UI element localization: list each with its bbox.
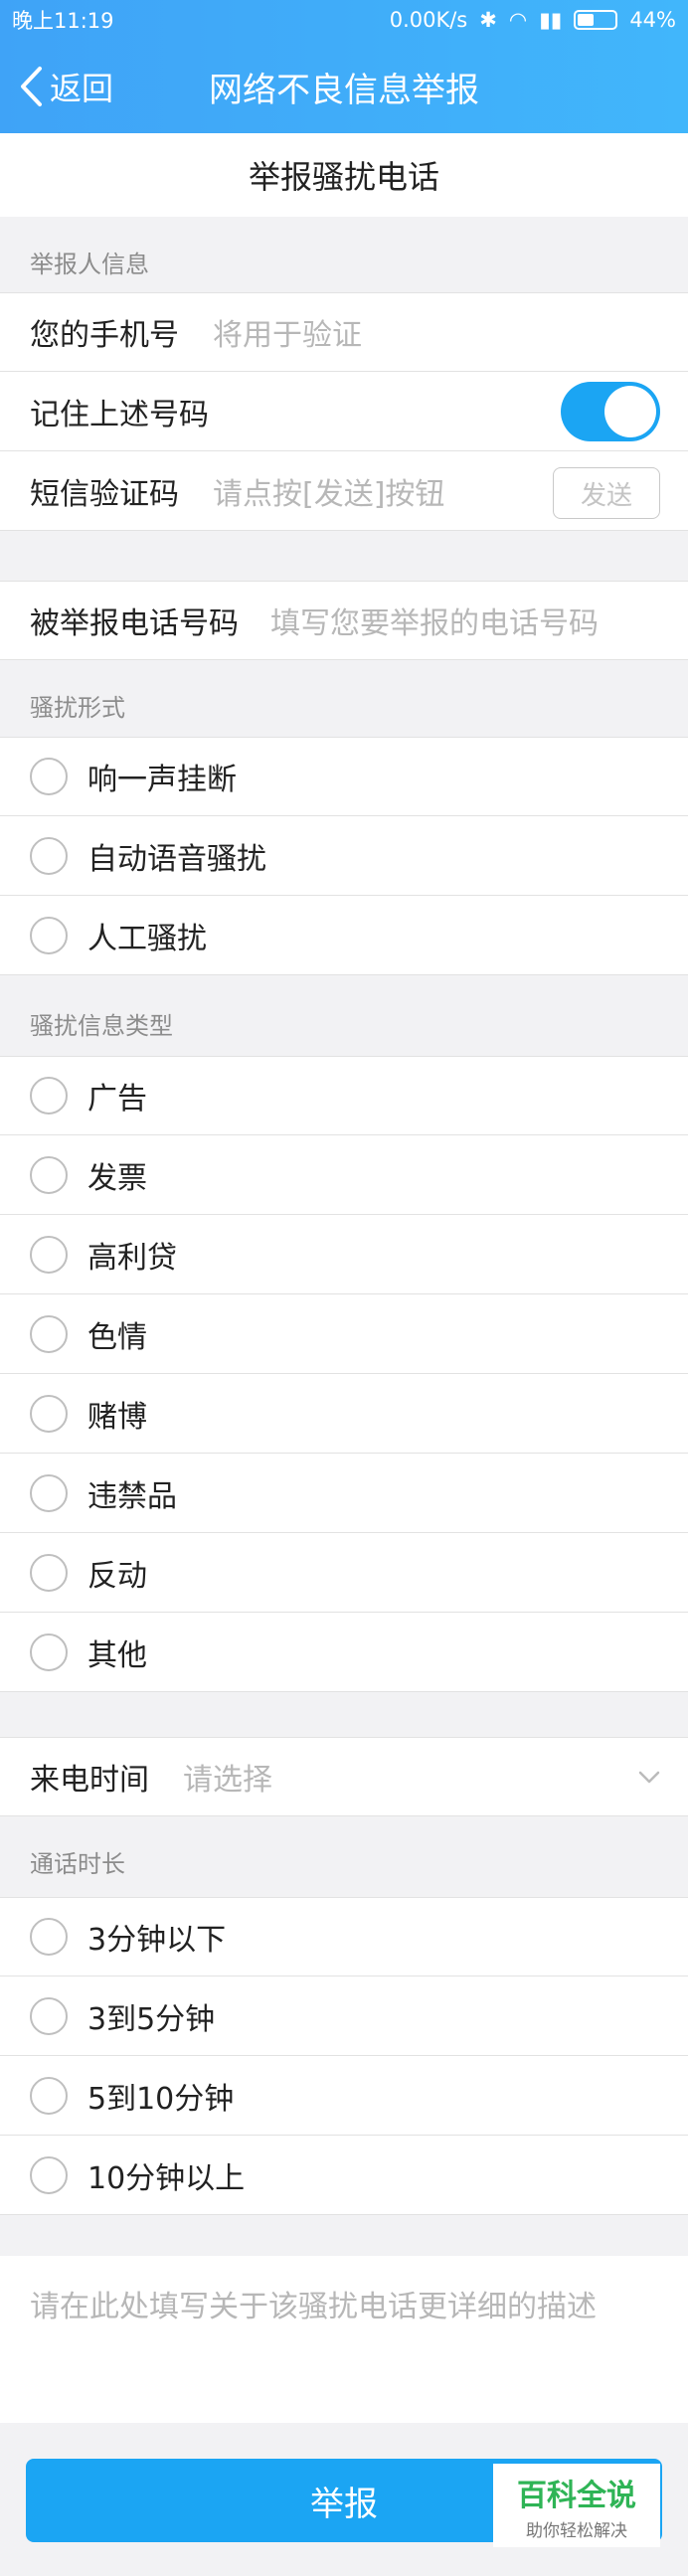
radio-circle-icon bbox=[30, 1155, 68, 1194]
radio-option[interactable]: 响一声挂断 bbox=[0, 737, 688, 816]
phone-label: 您的手机号 bbox=[30, 318, 179, 353]
option-label: 反动 bbox=[87, 1558, 147, 1594]
radio-option[interactable]: 反动 bbox=[0, 1533, 688, 1613]
radio-circle-icon bbox=[30, 2155, 68, 2194]
option-label: 自动语音骚扰 bbox=[87, 841, 266, 877]
signal-icon: ▮▮ bbox=[539, 8, 563, 32]
radio-option[interactable]: 3到5分钟 bbox=[0, 1976, 688, 2056]
bluetooth-icon: ✱ bbox=[479, 8, 497, 32]
phone-input[interactable]: 将用于验证 bbox=[213, 310, 362, 354]
option-label: 赌博 bbox=[87, 1399, 147, 1435]
nav-bar: 返回 网络不良信息举报 bbox=[0, 40, 688, 133]
radio-circle-icon bbox=[30, 1473, 68, 1512]
status-bar: 晚上11:19 0.00K/s ✱ ◠ ▮▮ 44% bbox=[0, 0, 688, 40]
radio-circle-icon bbox=[30, 1077, 68, 1115]
call-time-label: 来电时间 bbox=[30, 1763, 149, 1798]
battery-icon bbox=[574, 10, 618, 30]
radio-circle-icon bbox=[30, 1553, 68, 1592]
back-button[interactable]: 返回 bbox=[18, 64, 113, 109]
section-label-harass-type: 骚扰信息类型 bbox=[30, 1012, 173, 1040]
radio-circle-icon bbox=[30, 2076, 68, 2115]
radio-option[interactable]: 人工骚扰 bbox=[0, 896, 688, 975]
phone-row: 您的手机号 将用于验证 bbox=[0, 292, 688, 372]
option-label: 5到10分钟 bbox=[87, 2081, 235, 2117]
option-label: 人工骚扰 bbox=[87, 921, 207, 956]
reported-number-input[interactable]: 填写您要举报的电话号码 bbox=[270, 599, 599, 642]
sms-input[interactable]: 请点按[发送]按钮 bbox=[213, 469, 444, 513]
radio-option[interactable]: 10分钟以上 bbox=[0, 2136, 688, 2215]
option-label: 3到5分钟 bbox=[87, 2001, 216, 2037]
radio-option[interactable]: 自动语音骚扰 bbox=[0, 816, 688, 896]
radio-option[interactable]: 色情 bbox=[0, 1294, 688, 1374]
radio-circle-icon bbox=[30, 1918, 68, 1956]
sms-label: 短信验证码 bbox=[30, 476, 179, 512]
section-label-reporter: 举报人信息 bbox=[30, 251, 149, 278]
radio-circle-icon bbox=[30, 836, 68, 875]
page-title: 举报骚扰电话 bbox=[0, 133, 688, 217]
radio-option[interactable]: 发票 bbox=[0, 1135, 688, 1215]
option-label: 违禁品 bbox=[87, 1478, 177, 1514]
radio-option[interactable]: 5到10分钟 bbox=[0, 2056, 688, 2136]
option-label: 其他 bbox=[87, 1637, 147, 1673]
send-button[interactable]: 发送 bbox=[553, 467, 660, 519]
chevron-left-icon bbox=[21, 67, 42, 106]
option-label: 广告 bbox=[87, 1082, 147, 1116]
radio-circle-icon bbox=[30, 1235, 68, 1274]
call-time-row[interactable]: 来电时间 请选择 bbox=[0, 1737, 688, 1816]
radio-option[interactable]: 高利贷 bbox=[0, 1215, 688, 1294]
radio-circle-icon bbox=[30, 1996, 68, 2035]
option-label: 3分钟以下 bbox=[87, 1923, 227, 1958]
battery-percent: 44% bbox=[629, 8, 676, 32]
watermark-logo: 百科全说 助你轻松解决 bbox=[493, 2464, 660, 2547]
radio-option[interactable]: 赌博 bbox=[0, 1374, 688, 1454]
status-time: 晚上11:19 bbox=[12, 9, 114, 33]
call-time-select[interactable]: 请选择 bbox=[183, 1755, 272, 1799]
option-label: 色情 bbox=[87, 1319, 147, 1355]
reported-number-label: 被举报电话号码 bbox=[30, 606, 239, 641]
radio-option[interactable]: 广告 bbox=[0, 1056, 688, 1135]
watermark-subtitle: 助你轻松解决 bbox=[526, 2520, 627, 2541]
section-label-duration: 通话时长 bbox=[30, 1850, 125, 1878]
radio-circle-icon bbox=[30, 1314, 68, 1353]
section-label-harass-form: 骚扰形式 bbox=[30, 694, 125, 722]
wifi-icon: ◠ bbox=[508, 8, 528, 32]
toggle-knob bbox=[604, 386, 656, 437]
radio-circle-icon bbox=[30, 1632, 68, 1671]
radio-option[interactable]: 3分钟以下 bbox=[0, 1897, 688, 1976]
reported-number-row: 被举报电话号码 填写您要举报的电话号码 bbox=[0, 581, 688, 660]
remember-toggle[interactable] bbox=[561, 382, 660, 441]
back-label: 返回 bbox=[50, 70, 114, 107]
option-label: 高利贷 bbox=[87, 1240, 177, 1276]
radio-option[interactable]: 其他 bbox=[0, 1613, 688, 1692]
radio-circle-icon bbox=[30, 758, 68, 795]
network-speed: 0.00K/s bbox=[389, 8, 468, 32]
option-label: 10分钟以上 bbox=[87, 2160, 246, 2196]
status-right: 0.00K/s ✱ ◠ ▮▮ 44% bbox=[390, 8, 676, 32]
remember-label: 记住上述号码 bbox=[30, 397, 209, 432]
option-label: 响一声挂断 bbox=[87, 763, 237, 797]
description-textarea[interactable]: 请在此处填写关于该骚扰电话更详细的描述 bbox=[0, 2256, 688, 2423]
option-label: 发票 bbox=[87, 1160, 147, 1196]
radio-circle-icon bbox=[30, 1394, 68, 1433]
watermark-title: 百科全说 bbox=[517, 2478, 636, 2513]
radio-circle-icon bbox=[30, 916, 68, 954]
sms-row: 短信验证码 请点按[发送]按钮 发送 bbox=[0, 451, 688, 531]
chevron-down-icon bbox=[638, 1771, 660, 1784]
radio-option[interactable]: 违禁品 bbox=[0, 1454, 688, 1533]
remember-row: 记住上述号码 bbox=[0, 372, 688, 451]
